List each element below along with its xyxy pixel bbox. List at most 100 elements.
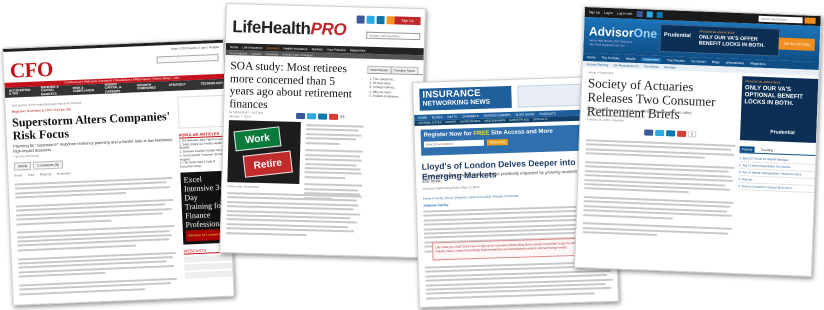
facebook-icon[interactable] [636,11,643,18]
linkedin-share-icon[interactable] [666,130,676,137]
facebook-share-icon[interactable] [295,112,306,120]
nav-item[interactable]: BLOGS [432,115,442,119]
nav-item[interactable]: SLIDE SHOW [515,112,534,117]
subnav-item[interactable]: Annuity Sales Strategies [282,52,313,57]
cfo-topic-item[interactable]: ACCOUNTING & TAX [9,87,33,96]
nav-item[interactable]: eNewsletters [726,60,745,65]
sidebar-tabs: Popular Trending [739,146,816,156]
subnav-item[interactable]: Immediate [265,52,278,56]
cfo-topic-item[interactable]: RISK & COMPLIANCE [73,85,97,94]
prudential-banner-ad[interactable]: Prudential PRUDENTIAL ANNUITIES® ONLY OU… [659,23,815,57]
nav-item[interactable]: Magazines [750,61,766,66]
email-field[interactable]: Enter Email Address [423,139,485,148]
nav-item[interactable]: Life Insurance [242,45,262,50]
inn-author[interactable]: Julianne Fairley [423,203,449,208]
search-input[interactable]: Search AdvisorOne [758,15,803,24]
login-with-link[interactable]: Log In with [617,11,633,16]
tab-popular[interactable]: Popular [739,146,755,153]
subnav-item[interactable]: Annuities [664,65,676,69]
subnav-item[interactable]: Fixed Indexed [230,51,248,55]
twitter-share-icon[interactable] [306,113,317,120]
inn-logo[interactable]: INSURANCE NETWORKING NEWS [419,85,512,111]
subnav-item[interactable]: SPECIAL R... [533,118,549,122]
tab-most-popular[interactable]: Most Popular [367,65,392,74]
subnav-item[interactable]: EVENTS [445,121,456,124]
email-link[interactable]: Email [14,173,22,177]
share-bar: 25 [295,112,345,120]
register-title-free: FREE [473,130,490,138]
subnav-item[interactable]: Income Planning [587,62,609,67]
webcast-row[interactable] [184,262,233,271]
linkedin-icon[interactable] [376,15,385,25]
subnav-item[interactable]: MARKETPLACE [509,118,529,122]
subnav-item[interactable]: WHITE PAPERS [460,120,480,124]
cfo-search-input[interactable] [156,53,219,64]
google-plus-icon[interactable] [677,130,687,138]
prudential-side-ad[interactable]: PRUDENTIAL ANNUITIES® ONLY OUR VA'S OPTI… [739,76,819,144]
subnav-item[interactable]: WEB SEMINARS [484,119,505,123]
cfo-utility-links[interactable]: Store | CFO Events | Login | Registe [171,45,219,51]
nav-item[interactable]: INN TV [447,115,457,119]
nav-item-active[interactable]: Retirement [641,57,662,62]
signup-link[interactable]: Sign Up [589,10,600,14]
login-link[interactable]: Log In [604,11,613,15]
linkedin-share-icon[interactable] [317,113,328,120]
tab-comments[interactable]: Comments (0) [33,160,64,170]
twitter-share-icon[interactable] [655,129,665,137]
nav-item-active[interactable]: Annuities [266,46,279,50]
print-link[interactable]: Print [28,173,34,177]
subnav-item[interactable]: Life Planning & LTC [613,63,639,68]
ad-brand: Prudential [770,129,795,137]
nav-item[interactable]: Home [230,45,239,49]
ad-cta-button[interactable]: Get the full story [778,37,815,51]
nav-item[interactable]: HOME [418,116,427,120]
signup-button[interactable]: Sign Up [394,16,421,26]
nav-item[interactable]: CE Center [691,59,706,64]
facebook-share-icon[interactable] [644,129,654,136]
nav-item[interactable]: Markets [312,47,323,51]
lifehealthpro-logo[interactable]: LifeHealthPRO [232,17,346,40]
subnav-item[interactable]: The Retiree [644,64,659,69]
rss-icon[interactable] [386,16,395,25]
search-input[interactable]: Search LifeHealthPro [366,31,421,41]
search-button[interactable] [804,17,816,24]
linkedin-icon[interactable] [656,11,663,19]
nav-item[interactable]: PODCASTS [539,111,556,116]
webcast-row[interactable] [184,270,233,279]
twitter-icon[interactable] [646,11,653,18]
webcast-row[interactable] [183,254,233,263]
cfo-topic-item[interactable]: HUMAN CAPITAL & CAREERS [105,82,129,94]
cfo-topic-item[interactable]: STRATEGY [169,83,193,88]
nav-item[interactable]: Your Practice [327,47,346,51]
nav-item[interactable]: CHANNELS [462,114,478,119]
bookmark-link[interactable]: Bookmark [57,171,71,176]
tab-trending-topics[interactable]: Trending Topics [390,66,419,75]
reprints-link[interactable]: Reprints [40,172,51,176]
byline: by MARLENE Y. SATTER January 7, 2013 [228,110,264,119]
ad-brand: Prudential [663,32,691,40]
tagline: We're Wall Street's 360° Resource We Thi… [589,38,633,48]
nav-item[interactable]: Health Insurance [283,46,307,51]
nav-item[interactable]: The Portfolio [601,56,619,61]
register-button[interactable]: REGISTER [486,139,509,146]
inn-article-tools[interactable]: Printer Friendly | Email | Reprints | Or… [423,194,519,201]
register-title-text: Site Access and More [489,128,553,137]
cfo-topic-item[interactable]: BANKING & CAPITAL MARKETS [41,85,65,97]
nav-item[interactable]: Blogs [712,60,720,64]
tab-trending[interactable]: Trending [758,147,775,154]
nav-item[interactable]: The Practice [667,58,685,63]
advisorone-sidebar: PRUDENTIAL ANNUITIES® ONLY OUR VA'S OPTI… [738,76,819,193]
nav-item[interactable]: Magazines [350,48,366,52]
cfo-topic-item[interactable]: GROWTH COMPANIES [137,82,161,91]
share-count: 9 [688,131,697,138]
subnav-item[interactable]: Variable [251,51,261,55]
cfo-topic-item[interactable]: TECHNOLOGY [201,81,225,86]
subnav-item[interactable]: CHANNEL SUITES [418,121,441,125]
nav-item[interactable]: Home [587,55,596,59]
tab-article[interactable]: Article [13,161,32,171]
google-plus-icon[interactable] [328,113,339,120]
facebook-icon[interactable] [356,15,365,24]
nav-item[interactable]: Wealth [626,57,636,61]
cfo-logo[interactable]: CFO [9,57,53,84]
twitter-icon[interactable] [366,15,375,24]
